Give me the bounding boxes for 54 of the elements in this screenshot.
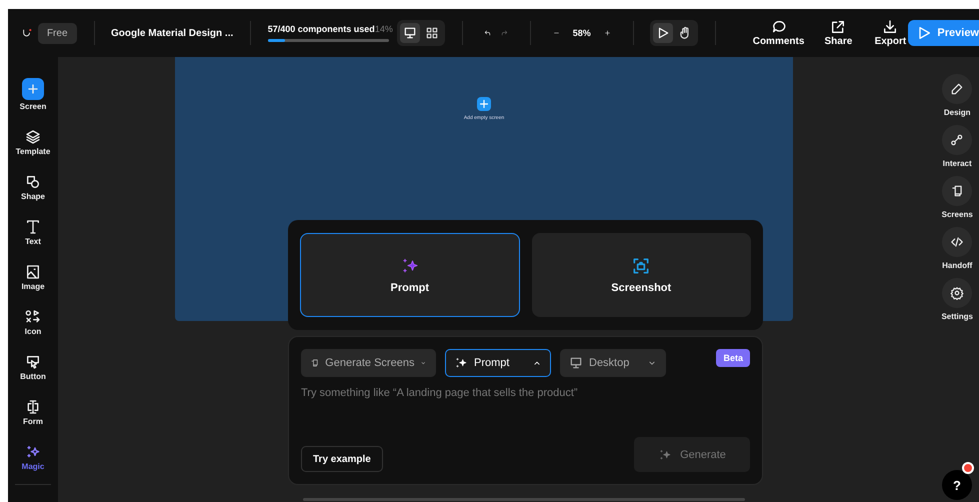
settings-icon	[950, 286, 964, 300]
code-icon	[950, 235, 964, 249]
screenshot-mode-card[interactable]: Screenshot	[532, 233, 751, 317]
download-icon	[882, 19, 898, 35]
usage-percent: 14%	[374, 24, 393, 34]
sparkle-icon	[658, 448, 672, 462]
share-button[interactable]: Share	[820, 19, 856, 47]
magic-tool[interactable]: Magic	[22, 433, 44, 471]
desktop-view-button[interactable]	[400, 23, 420, 43]
pages-icon	[950, 184, 964, 198]
scan-icon	[631, 256, 652, 276]
form-tool[interactable]: Form	[23, 388, 43, 426]
project-name[interactable]: Google Material Design ...	[111, 28, 234, 38]
connection-icon	[950, 133, 964, 147]
share-icon	[830, 19, 846, 35]
layers-icon	[25, 129, 41, 145]
pointer-tool-button[interactable]	[653, 23, 674, 43]
symbols-icon	[24, 309, 41, 325]
icon-tool[interactable]: Icon	[24, 298, 42, 336]
zoom-level[interactable]: 58%	[572, 28, 591, 38]
image-icon	[25, 264, 41, 280]
comment-icon	[770, 19, 787, 35]
preview-button[interactable]: Preview	[908, 20, 979, 46]
plus-icon	[477, 97, 491, 111]
button-pointer-icon	[24, 354, 41, 370]
plus-icon	[22, 78, 44, 100]
monitor-icon	[402, 26, 417, 40]
screen-tool[interactable]: Screen	[20, 73, 46, 111]
usage-label: 57/400 components used	[268, 24, 375, 34]
monitor-icon	[569, 356, 583, 370]
comment-button[interactable]: Comments	[752, 19, 804, 47]
try-example-button[interactable]: Try example	[301, 446, 383, 472]
screens-dropdown[interactable]: Generate Screens	[301, 349, 436, 377]
shapes-icon	[24, 174, 41, 190]
magic-dropdown[interactable]: Prompt	[445, 349, 551, 377]
text-icon	[25, 219, 41, 235]
grid-icon	[424, 26, 439, 40]
sparkle-icon	[24, 444, 41, 460]
prompt-mode-card[interactable]: Prompt	[300, 233, 520, 317]
help-button[interactable]: ?	[942, 470, 972, 500]
plan-badge: Free	[38, 22, 77, 44]
desktop-dropdown[interactable]: Desktop	[560, 349, 666, 377]
beta-badge: Beta	[716, 349, 750, 367]
pencil-icon	[950, 82, 964, 96]
text-cursor-icon	[25, 399, 41, 415]
add-screen-button[interactable]	[477, 97, 491, 111]
button-tool[interactable]: Button	[20, 343, 46, 381]
pointer-icon	[656, 26, 670, 40]
sparkle-icon	[454, 356, 468, 370]
export-button[interactable]: Export	[872, 19, 908, 47]
shape-tool[interactable]: Shape	[20, 163, 45, 201]
template-tool[interactable]: Template	[16, 118, 50, 156]
text-tool[interactable]: Text	[25, 208, 41, 246]
image-tool[interactable]: Image	[21, 253, 45, 291]
